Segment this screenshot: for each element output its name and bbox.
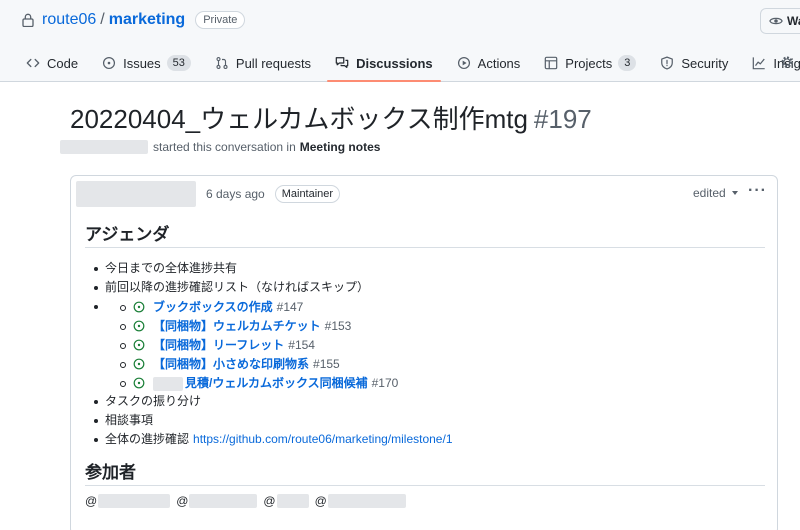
repo-owner-link[interactable]: route06 bbox=[42, 11, 96, 29]
list-item: 前回以降の進捗確認リスト（なければスキップ） bbox=[85, 279, 765, 298]
git-pull-request-icon bbox=[216, 57, 228, 69]
list-item-text: 相談事項 bbox=[105, 413, 154, 427]
redacted-author bbox=[60, 140, 148, 154]
lock-icon bbox=[22, 13, 34, 27]
tab-security[interactable]: Security bbox=[652, 46, 736, 80]
projects-counter: 3 bbox=[618, 55, 637, 71]
kebab-horizontal-icon[interactable]: ··· bbox=[748, 182, 767, 200]
mention-prefix: @ bbox=[176, 494, 189, 508]
issue-link[interactable]: 【同梱物】ウェルカムチケット bbox=[153, 318, 321, 335]
repo-title: route06 / marketing Private bbox=[22, 10, 246, 30]
issue-link[interactable]: 見積/ウェルカムボックス同梱候補 bbox=[185, 375, 368, 392]
issue-link[interactable]: ブックボックスの作成 bbox=[153, 299, 273, 316]
watch-button[interactable]: Watch bbox=[760, 8, 800, 34]
caret-down-icon bbox=[731, 191, 738, 195]
participants-list: @ @ @ @ bbox=[85, 494, 765, 508]
comment-body: アジェンダ 今日までの全体進捗共有 前回以降の進捗確認リスト（なければスキップ）… bbox=[85, 220, 765, 508]
issue-link[interactable]: 【同梱物】リーフレット bbox=[153, 337, 284, 354]
agenda-heading: アジェンダ bbox=[85, 220, 765, 248]
watch-label: Watch bbox=[787, 14, 800, 28]
issue-opened-icon bbox=[133, 320, 145, 332]
tab-projects[interactable]: Projects 3 bbox=[536, 46, 644, 80]
tab-pull-requests[interactable]: Pull requests bbox=[207, 46, 319, 80]
comment-timestamp[interactable]: 6 days ago bbox=[206, 187, 265, 201]
milestone-link[interactable]: https://github.com/route06/marketing/mil… bbox=[193, 432, 452, 446]
tab-label: Pull requests bbox=[235, 55, 312, 71]
page-title: 20220404_ウェルカムボックス制作mtg #197 bbox=[70, 99, 592, 136]
discussion-comment: 6 days ago Maintainer edited ··· アジェンダ 今… bbox=[70, 175, 778, 530]
issue-link[interactable]: 【同梱物】小さめな印刷物系 bbox=[153, 356, 309, 373]
tab-actions[interactable]: Actions bbox=[449, 46, 529, 80]
mention-prefix: @ bbox=[263, 494, 276, 508]
comment-header: 6 days ago Maintainer edited ··· bbox=[71, 176, 777, 212]
maintainer-badge: Maintainer bbox=[274, 185, 341, 203]
list-item: 全体の進捗確認 https://github.com/route06/market… bbox=[85, 431, 765, 450]
redacted-participant bbox=[189, 494, 258, 508]
list-item-text: 前回以降の進捗確認リスト（なければスキップ） bbox=[105, 280, 370, 294]
graph-icon bbox=[753, 57, 766, 70]
linked-issue-item: 見積/ウェルカムボックス同梱候補 #170 bbox=[120, 374, 765, 393]
discussion-number: #197 bbox=[533, 104, 592, 134]
tab-code[interactable]: Code bbox=[18, 46, 86, 80]
tab-label: Projects bbox=[565, 55, 613, 71]
tab-label: Actions bbox=[477, 55, 521, 71]
issue-opened-icon bbox=[103, 56, 116, 70]
mention-prefix: @ bbox=[314, 494, 327, 508]
redacted-participant bbox=[276, 494, 309, 508]
tab-discussions[interactable]: Discussions bbox=[327, 46, 441, 82]
repo-separator: / bbox=[100, 11, 105, 28]
participants-heading: 参加者 bbox=[85, 458, 765, 486]
issue-opened-icon bbox=[133, 339, 145, 351]
table-icon bbox=[544, 56, 558, 70]
repo-nav-tabs: Code Issues 53 Pull requests Discussions… bbox=[18, 46, 800, 82]
list-item: タスクの振り分け bbox=[85, 393, 765, 412]
redacted-participant bbox=[98, 494, 171, 508]
shield-icon bbox=[661, 56, 674, 70]
list-item: 今日までの全体進捗共有 bbox=[85, 260, 765, 279]
linked-issue-item: 【同梱物】リーフレット #154 bbox=[120, 336, 765, 355]
comment-discussion-icon bbox=[335, 57, 349, 68]
play-icon bbox=[457, 56, 470, 70]
list-item-text: タスクの振り分け bbox=[105, 394, 202, 408]
list-item-text: 今日までの全体進捗共有 bbox=[105, 261, 238, 275]
edited-label: edited bbox=[693, 186, 726, 200]
issue-number: #170 bbox=[371, 376, 399, 390]
tab-label: Security bbox=[681, 55, 729, 71]
issues-counter: 53 bbox=[166, 55, 191, 71]
category-link[interactable]: Meeting notes bbox=[300, 140, 381, 154]
edited-dropdown[interactable]: edited bbox=[693, 186, 738, 200]
repo-header: route06 / marketing Private Watch Code I… bbox=[0, 0, 800, 82]
issue-opened-icon bbox=[133, 377, 145, 389]
discussion-title-text: 20220404_ウェルカムボックス制作mtg bbox=[70, 104, 528, 134]
byline-text: started this conversation in bbox=[153, 140, 296, 154]
redacted-participant bbox=[327, 494, 406, 508]
issue-number: #153 bbox=[324, 319, 352, 333]
tab-issues[interactable]: Issues 53 bbox=[94, 46, 199, 80]
redacted-text bbox=[153, 376, 183, 391]
issue-number: #147 bbox=[276, 300, 304, 314]
tab-label: Issues bbox=[123, 55, 161, 71]
linked-issue-item: 【同梱物】ウェルカムチケット #153 bbox=[120, 317, 765, 336]
linked-issue-item: 【同梱物】小さめな印刷物系 #155 bbox=[120, 355, 765, 374]
linked-issue-item: ブックボックスの作成 #147 bbox=[120, 298, 765, 317]
repo-name-link[interactable]: marketing bbox=[109, 11, 185, 29]
mention-prefix: @ bbox=[85, 494, 98, 508]
list-item-sublist: ブックボックスの作成 #147 【同梱物】ウェルカムチケット #153 【同梱物… bbox=[85, 298, 765, 393]
agenda-list: 今日までの全体進捗共有 前回以降の進捗確認リスト（なければスキップ） ブックボッ… bbox=[85, 260, 765, 450]
issue-opened-icon bbox=[133, 358, 145, 370]
eye-icon bbox=[769, 17, 783, 25]
tab-label: Discussions bbox=[356, 55, 433, 71]
list-item: 相談事項 bbox=[85, 412, 765, 431]
list-item-text: 全体の進捗確認 bbox=[105, 432, 190, 446]
issue-opened-icon bbox=[133, 301, 145, 313]
issue-number: #155 bbox=[313, 357, 340, 371]
discussion-byline: started this conversation in Meeting not… bbox=[60, 139, 380, 155]
redacted-author-avatar bbox=[76, 181, 196, 207]
visibility-badge: Private bbox=[195, 11, 246, 29]
tab-label: Code bbox=[47, 55, 79, 71]
issue-number: #154 bbox=[288, 338, 315, 352]
gear-icon[interactable] bbox=[780, 55, 794, 69]
code-icon bbox=[26, 58, 40, 68]
linked-issues-list: ブックボックスの作成 #147 【同梱物】ウェルカムチケット #153 【同梱物… bbox=[105, 298, 765, 393]
